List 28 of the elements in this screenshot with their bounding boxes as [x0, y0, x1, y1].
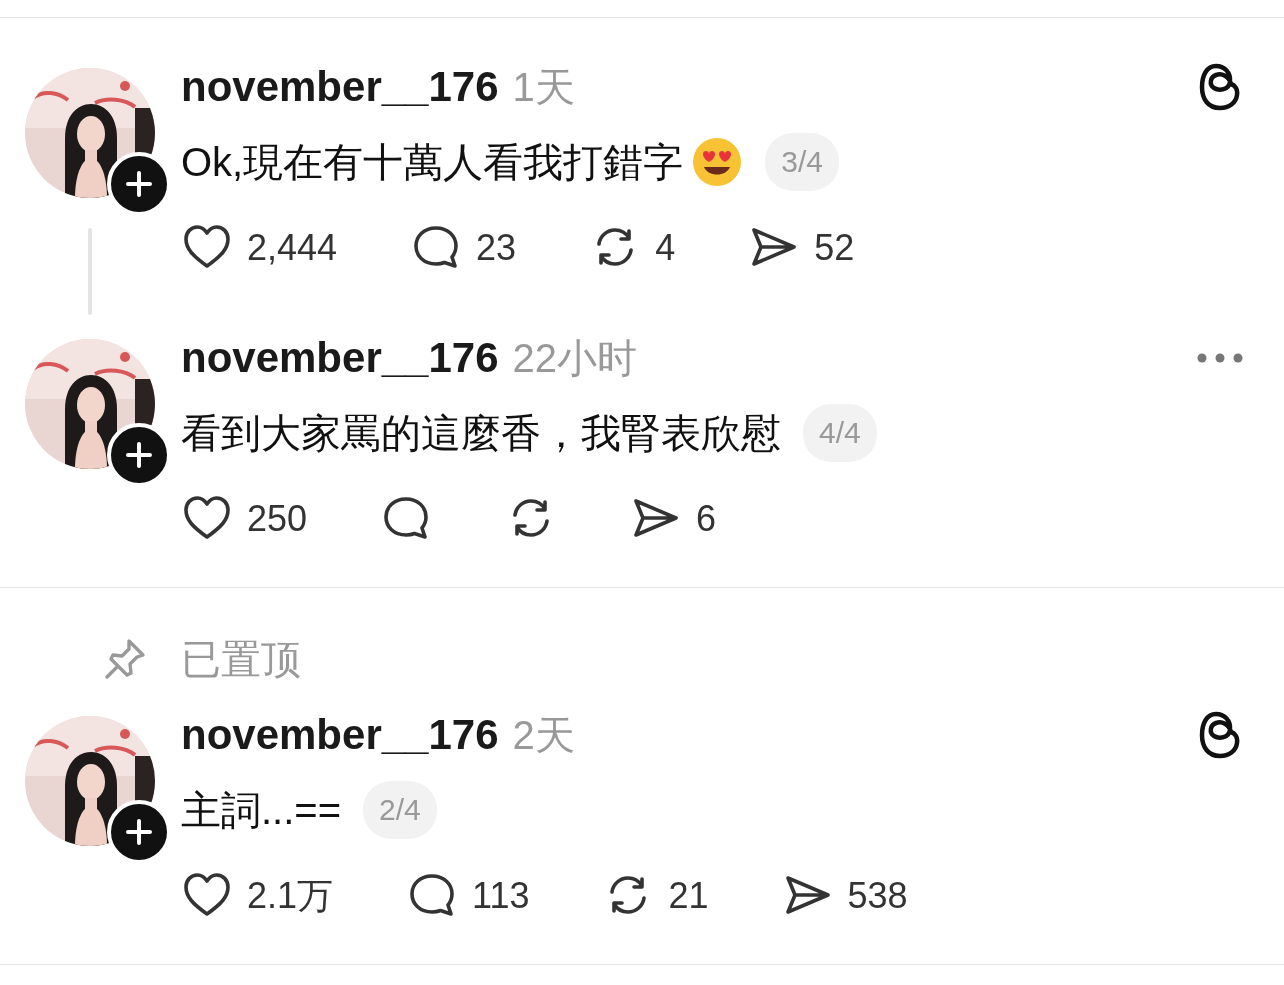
post-text: 主詞...==	[181, 786, 342, 834]
thread-page-badge: 3/4	[765, 133, 839, 191]
share-count: 52	[814, 227, 855, 269]
thread-page-badge: 4/4	[803, 404, 877, 462]
like-count: 250	[247, 498, 308, 540]
post-time: 1天	[512, 63, 576, 111]
pin-icon	[103, 637, 147, 681]
username[interactable]: november__176	[181, 63, 499, 111]
plus-icon	[126, 171, 152, 197]
post-time: 22小时	[512, 334, 639, 382]
like-count: 2.1万	[247, 873, 334, 918]
share-count: 538	[847, 875, 908, 917]
thread-page-badge: 2/4	[363, 781, 437, 839]
plus-icon	[126, 819, 152, 845]
repost-count: 4	[655, 227, 676, 269]
share-count: 6	[696, 498, 717, 540]
post-text: 看到大家罵的這麼香，我腎表欣慰	[181, 409, 781, 457]
like-count: 2,444	[247, 227, 338, 269]
replie-count: 113	[472, 875, 530, 917]
username[interactable]: november__176	[181, 334, 499, 382]
repost-count: 21	[668, 875, 709, 917]
plus-icon	[126, 442, 152, 468]
pinned-label: 已置顶	[181, 635, 301, 683]
more-icon[interactable]	[1196, 352, 1244, 364]
username[interactable]: november__176	[181, 711, 499, 759]
replie-count: 23	[476, 227, 517, 269]
post-time: 2天	[512, 711, 576, 759]
post-text: Ok,現在有十萬人看我打錯字	[181, 138, 684, 186]
